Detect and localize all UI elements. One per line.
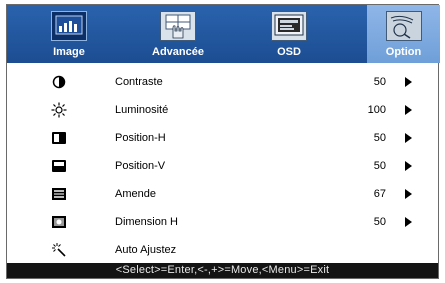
status-bar: <Select>=Enter,<-,+>=Move,<Menu>=Exit	[7, 263, 438, 278]
row-label: Position-V	[115, 160, 166, 172]
tab-label: Image	[53, 46, 85, 58]
image-icon	[51, 11, 87, 41]
tab-label: Option	[385, 46, 422, 58]
row-label: Position-H	[115, 132, 166, 144]
row-value: 100	[367, 104, 386, 116]
arrow-right-icon[interactable]	[405, 189, 412, 199]
row-value: 50	[373, 160, 386, 172]
row-label: Contraste	[115, 76, 163, 88]
arrow-right-icon[interactable]	[405, 105, 412, 115]
brightness-icon	[51, 102, 67, 118]
tab-osd[interactable]: OSD	[257, 5, 321, 63]
arrow-right-icon[interactable]	[405, 217, 412, 227]
osd-menu: Image Advancée OSD Option Contraste 50 L…	[6, 4, 440, 279]
row-contrast[interactable]: Contraste 50	[7, 68, 438, 96]
row-value: 67	[373, 188, 386, 200]
arrow-right-icon[interactable]	[405, 161, 412, 171]
tab-label: Advancée	[152, 46, 204, 58]
tab-image[interactable]: Image	[37, 5, 101, 63]
auto-adjust-icon	[51, 243, 67, 257]
row-label: Auto Ajustez	[115, 244, 177, 256]
tab-advanced[interactable]: Advancée	[141, 5, 215, 63]
row-brightness[interactable]: Luminosité 100	[7, 96, 438, 124]
v-position-icon	[51, 159, 67, 173]
row-value: 50	[373, 132, 386, 144]
advanced-icon	[160, 11, 196, 41]
row-h-position[interactable]: Position-H 50	[7, 124, 438, 152]
row-value: 50	[373, 76, 386, 88]
tab-bar: Image Advancée OSD Option	[7, 5, 440, 63]
row-label: Amende	[115, 188, 156, 200]
row-fine[interactable]: Amende 67	[7, 180, 438, 208]
tab-label: OSD	[277, 46, 301, 58]
row-label: Dimension H	[115, 216, 178, 228]
h-position-icon	[51, 131, 67, 145]
arrow-right-icon[interactable]	[405, 133, 412, 143]
row-h-size[interactable]: Dimension H 50	[7, 208, 438, 236]
option-icon	[385, 11, 422, 41]
row-label: Luminosité	[115, 104, 169, 116]
contrast-icon	[51, 75, 67, 89]
fine-icon	[51, 187, 67, 201]
h-size-icon	[51, 215, 67, 229]
arrow-right-icon[interactable]	[405, 77, 412, 87]
row-auto-adjust[interactable]: Auto Ajustez	[7, 236, 438, 264]
row-value: 50	[373, 216, 386, 228]
tab-option[interactable]: Option	[367, 5, 440, 63]
row-v-position[interactable]: Position-V 50	[7, 152, 438, 180]
osd-icon	[271, 11, 307, 41]
